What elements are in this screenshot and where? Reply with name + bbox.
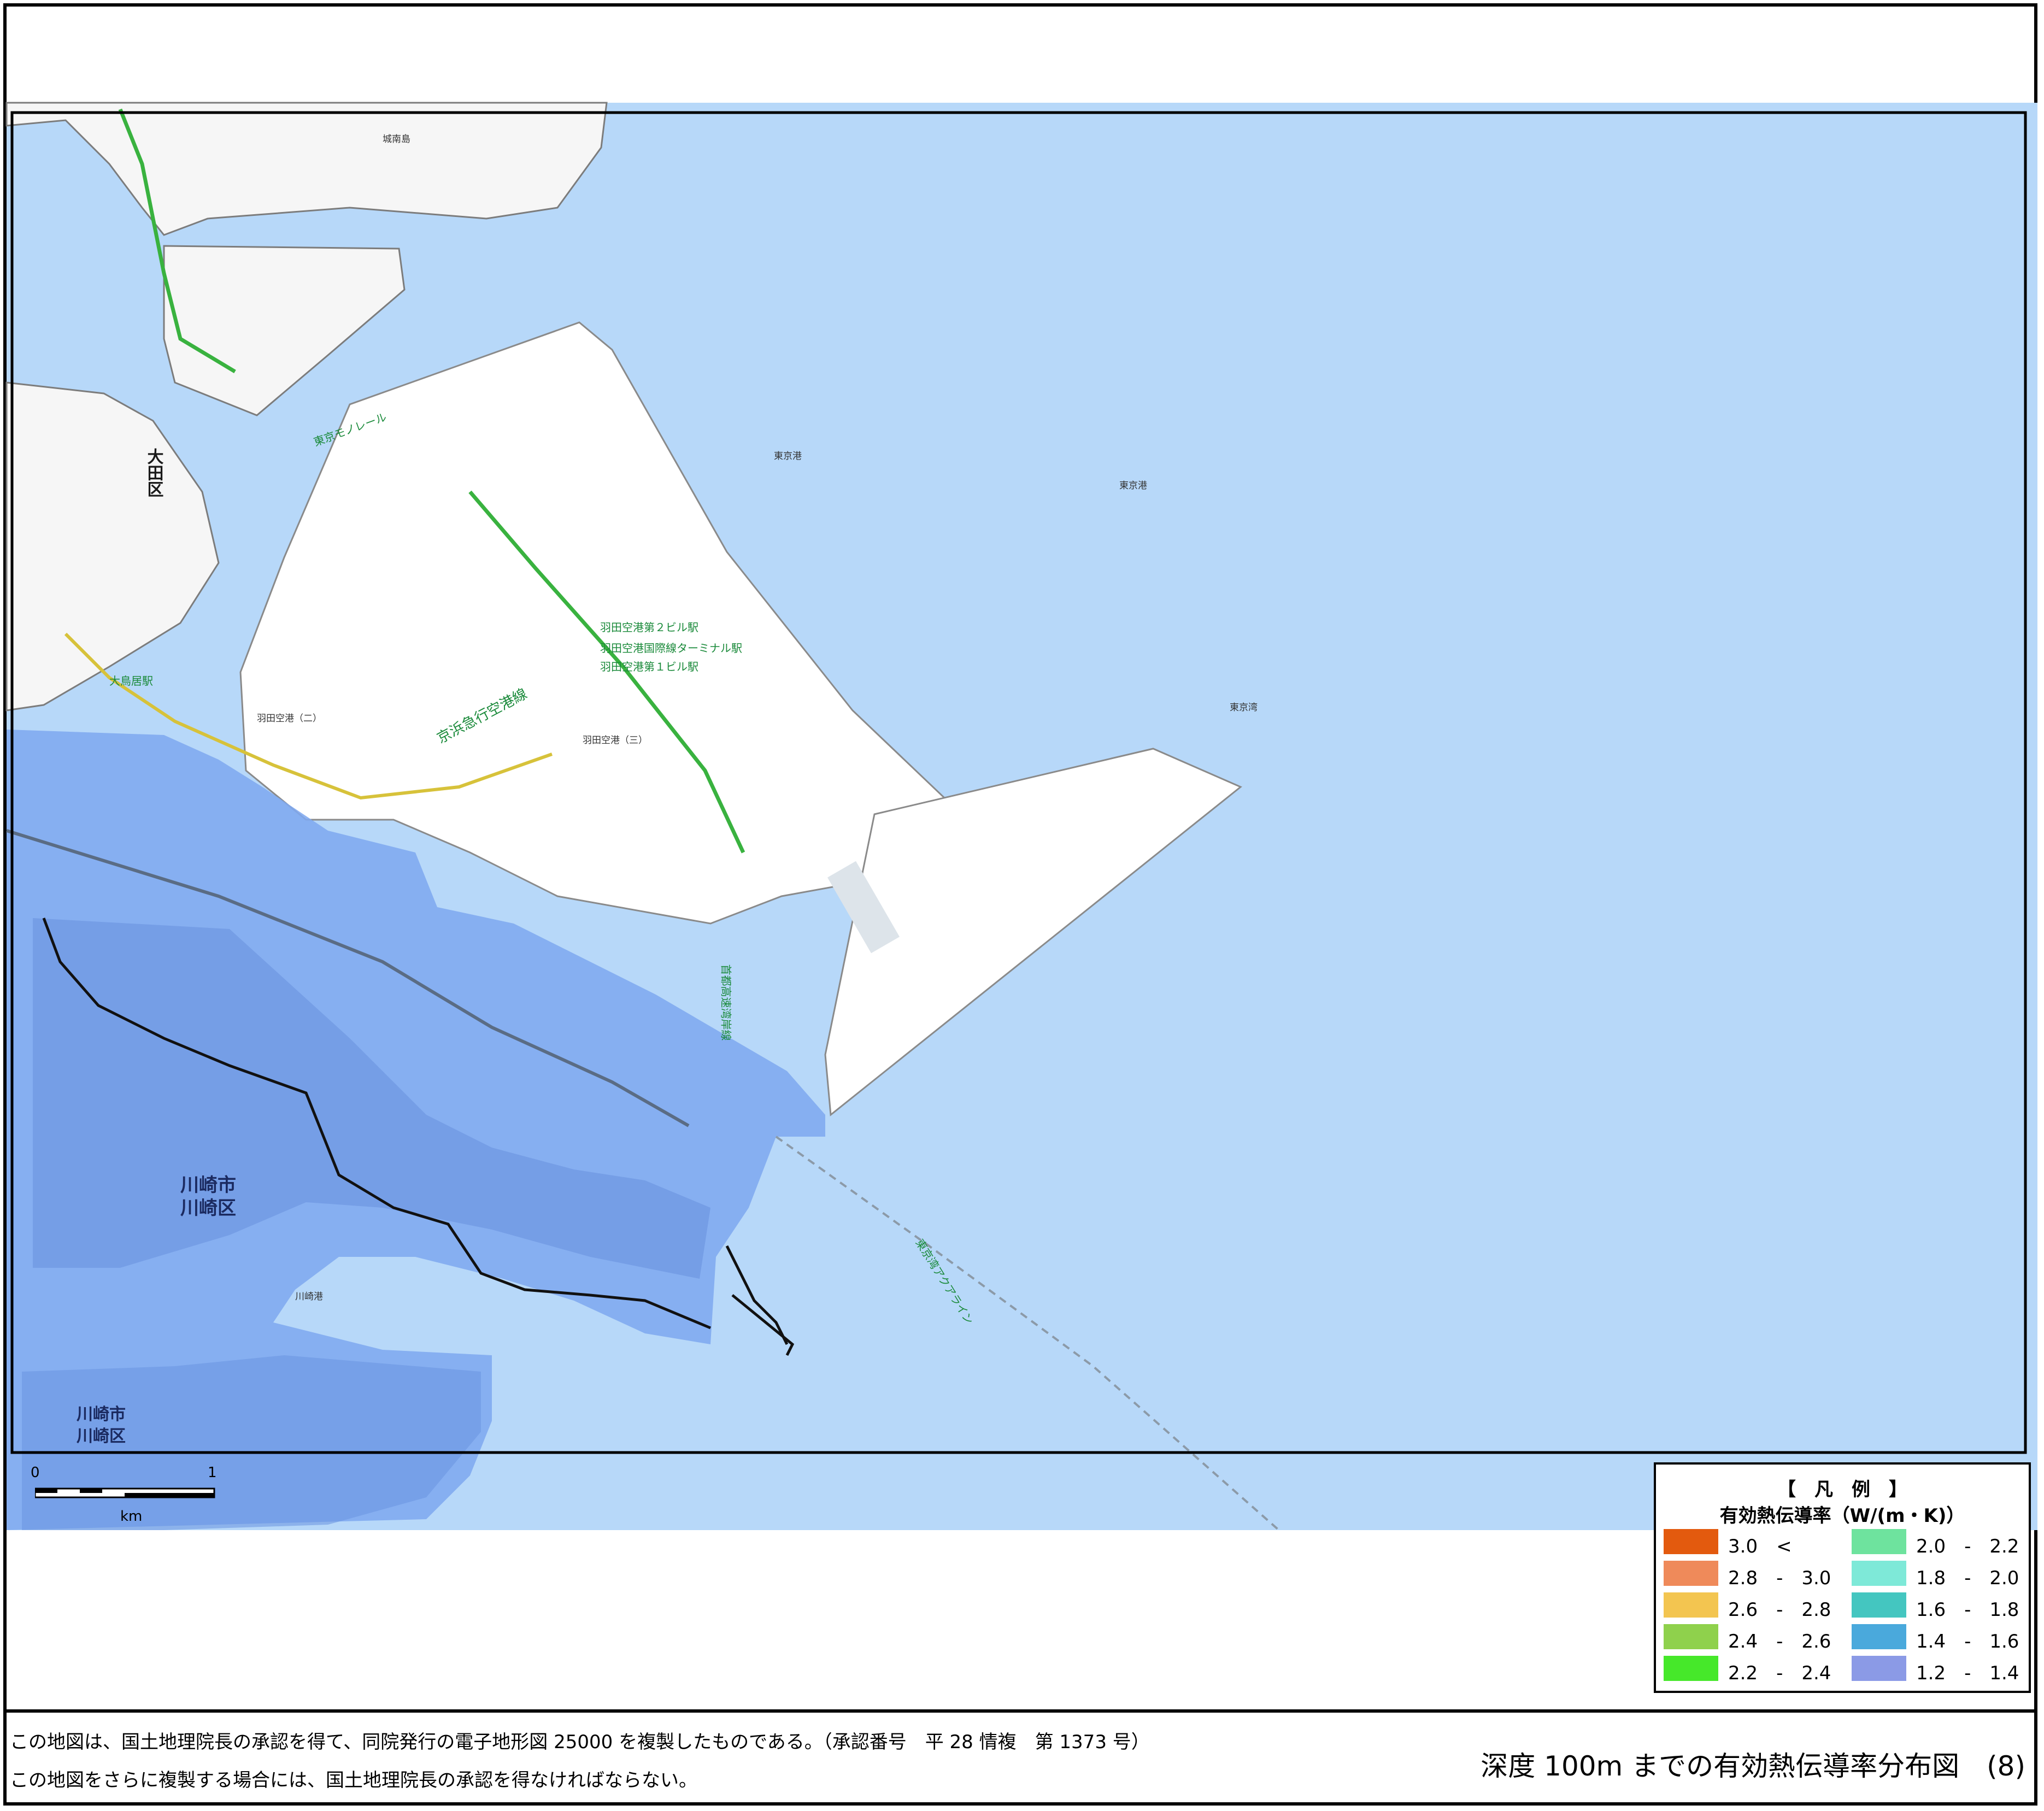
legend-item-label: 2.8 - 3.0 bbox=[1728, 1567, 1831, 1589]
legend-item-label: 1.6 - 1.8 bbox=[1916, 1599, 2019, 1621]
copyright-notice-2: この地図をさらに複製する場合には、国土地理院長の承認を得なければならない。 bbox=[10, 1769, 697, 1791]
legend-swatch bbox=[1852, 1561, 1906, 1586]
legend-item-label: 3.0 < bbox=[1728, 1536, 1792, 1557]
copyright-notice-1: この地図は、国土地理院長の承認を得て、同院発行の電子地形図 25000 を複製し… bbox=[10, 1731, 1150, 1753]
haneda-terminal1-label: 羽田空港第１ビル駅 bbox=[600, 660, 698, 673]
haneda-airport-3-label: 羽田空港（三） bbox=[583, 735, 648, 746]
legend-swatch bbox=[1852, 1656, 1906, 1681]
legend-swatch bbox=[1852, 1624, 1906, 1649]
legend-swatch bbox=[1852, 1529, 1906, 1554]
kawasaki-ward-lower-label: 川崎区 bbox=[77, 1427, 126, 1446]
haneda-terminal2-label: 羽田空港第２ビル駅 bbox=[600, 621, 698, 634]
legend-swatch bbox=[1664, 1529, 1718, 1554]
shuto-expressway-label: 首都高速湾岸線 bbox=[719, 964, 733, 1041]
haneda-intl-terminal-label: 羽田空港国際線ターミナル駅 bbox=[600, 642, 742, 655]
scale-unit-label: km bbox=[120, 1508, 143, 1525]
scale-zero-label: 0 bbox=[31, 1465, 40, 1481]
legend-item-label: 1.2 - 1.4 bbox=[1916, 1662, 2019, 1684]
legend-title: 【 凡 例 】 bbox=[1777, 1479, 1907, 1501]
legend-swatch bbox=[1852, 1592, 1906, 1618]
kawasaki-ward-upper-label: 川崎区 bbox=[180, 1197, 236, 1219]
tokyo-port-label-2: 東京港 bbox=[1119, 480, 1147, 491]
kawasaki-port-label: 川崎港 bbox=[295, 1291, 323, 1302]
tokyo-port-label-1: 東京港 bbox=[774, 451, 802, 462]
legend-swatch bbox=[1664, 1624, 1718, 1649]
legend-swatch bbox=[1664, 1561, 1718, 1586]
legend-swatch bbox=[1664, 1592, 1718, 1618]
otorii-station-label: 大鳥居駅 bbox=[109, 674, 153, 687]
jonanjima-label: 城南島 bbox=[383, 134, 410, 145]
footer: この地図は、国土地理院長の承認を得て、同院発行の電子地形図 25000 を複製し… bbox=[3, 1709, 2037, 1806]
map-canvas bbox=[5, 102, 2037, 1531]
kawasaki-city-lower-label: 川崎市 bbox=[77, 1405, 126, 1424]
ota-ward-text: 大田区 bbox=[144, 448, 163, 497]
legend-item-label: 2.0 - 2.2 bbox=[1916, 1536, 2019, 1557]
scale-bar-graphic bbox=[35, 1487, 215, 1498]
haneda-airport-2-label: 羽田空港（二） bbox=[257, 713, 322, 724]
legend-item-label: 1.4 - 1.6 bbox=[1916, 1631, 2019, 1653]
legend-swatch bbox=[1664, 1656, 1718, 1681]
legend-box: 【 凡 例 】 有効熱伝導率（W/(m・K)） 3.0 < 2.8 - 3.0 … bbox=[1654, 1462, 2031, 1693]
scale-bar: 0 1 km bbox=[22, 1465, 251, 1530]
legend-subtitle: 有効熱伝導率（W/(m・K)） bbox=[1719, 1505, 1965, 1527]
legend-item-label: 1.8 - 2.0 bbox=[1916, 1567, 2019, 1589]
legend-item-label: 2.4 - 2.6 bbox=[1728, 1631, 1831, 1653]
scale-one-label: 1 bbox=[208, 1465, 217, 1481]
tokyo-bay-label: 東京湾 bbox=[1230, 702, 1258, 713]
kawasaki-city-upper-label: 川崎市 bbox=[180, 1174, 236, 1196]
legend-item-label: 2.2 - 2.4 bbox=[1728, 1662, 1831, 1684]
legend-item-label: 2.6 - 2.8 bbox=[1728, 1599, 1831, 1621]
sheet-title: 深度 100m までの有効熱伝導率分布図 (8) bbox=[1481, 1750, 2025, 1782]
ota-ward-label: 大田区 bbox=[143, 448, 164, 497]
